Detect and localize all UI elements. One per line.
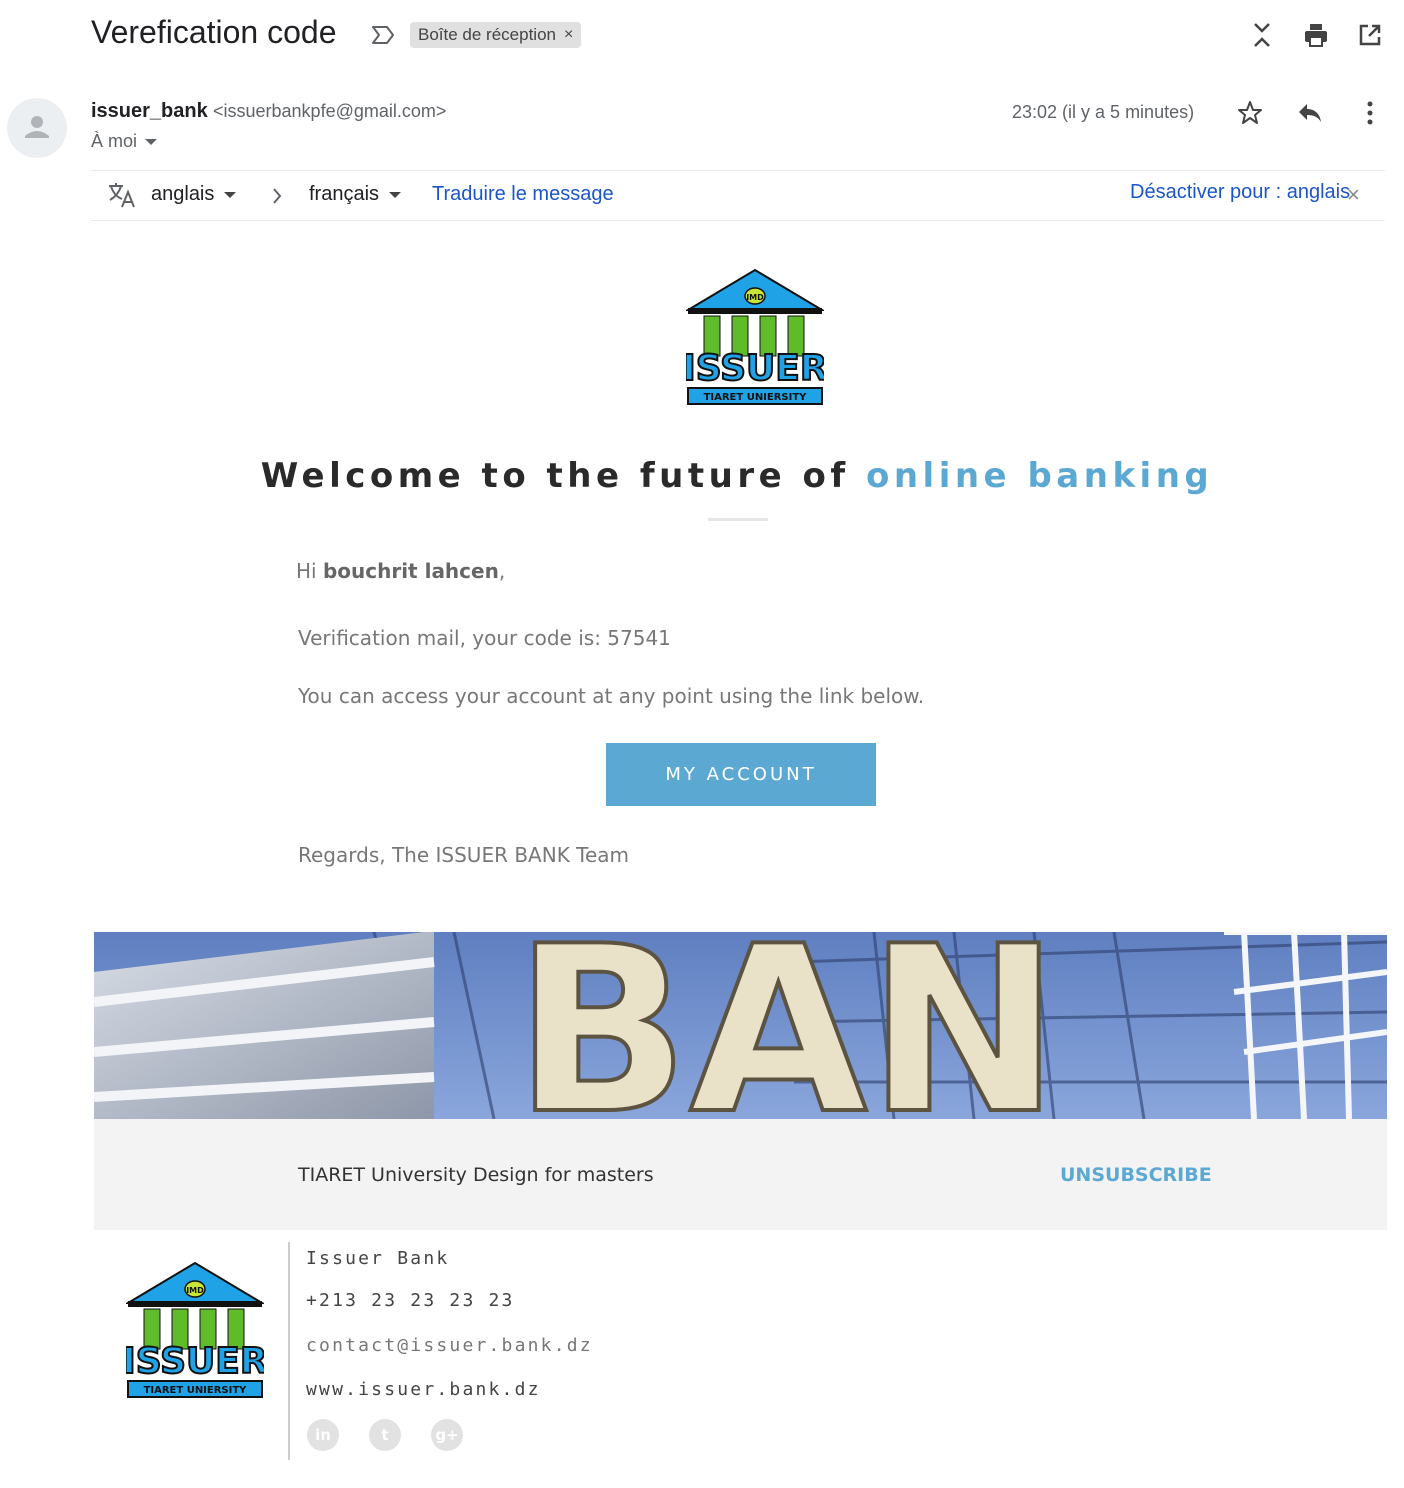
translate-message-link[interactable]: Traduire le message [432, 183, 614, 206]
recipient-label: À moi [91, 131, 138, 151]
caret-down-icon [224, 191, 237, 198]
email-subject: Verefication code [91, 14, 337, 50]
footer-text: TIARET University Design for masters [298, 1164, 654, 1186]
logo-badge-text: IMD [746, 293, 764, 302]
star-icon[interactable] [1235, 98, 1265, 128]
caret-down-icon [389, 191, 402, 198]
inbox-label-text: Boîte de réception [418, 25, 556, 44]
greeting: Hi bouchrit lahcen, [296, 559, 505, 583]
avatar [7, 98, 67, 158]
print-icon[interactable] [1301, 20, 1331, 50]
reply-icon[interactable] [1295, 98, 1325, 128]
googleplus-icon[interactable]: g+ [431, 1419, 463, 1451]
issuer-bank-logo: IMD ISSUER TIARET UNIERSITY [686, 268, 824, 405]
welcome-prefix: Welcome to the future of [260, 456, 866, 496]
target-language-label: français [309, 183, 380, 205]
timestamp: 23:02 (il y a 5 minutes) [1012, 102, 1195, 122]
label-important-icon[interactable] [370, 22, 396, 48]
unsubscribe-link[interactable]: UNSUBSCRIBE [1060, 1164, 1212, 1186]
expand-collapse-icon[interactable] [1247, 20, 1277, 50]
signature-name: Issuer Bank [306, 1248, 450, 1269]
recipient-dropdown[interactable]: À moi [91, 131, 158, 152]
my-account-button[interactable]: MY ACCOUNT [606, 743, 876, 806]
signature-logo: IMD ISSUER TIARET UNIERSITY [126, 1261, 264, 1398]
translate-icon [109, 183, 135, 208]
signature-website-link[interactable]: www.issuer.bank.dz [306, 1379, 541, 1400]
signature-divider [288, 1242, 290, 1460]
translate-bar: anglais français Traduire le message Dés… [91, 170, 1385, 221]
logo-text: ISSUER [686, 348, 824, 389]
logo-badge-text: IMD [186, 1286, 204, 1295]
remove-label-button[interactable]: × [564, 26, 573, 44]
disable-translation-link[interactable]: Désactiver pour : anglais [1130, 181, 1350, 204]
banner-letters: BAN [514, 932, 1060, 1119]
regards-text: Regards, The ISSUER BANK Team [298, 843, 630, 867]
twitter-icon[interactable]: t [369, 1419, 401, 1451]
source-language-label: anglais [151, 183, 215, 205]
chevron-right-icon [273, 188, 282, 204]
linkedin-icon[interactable]: in [307, 1419, 339, 1451]
sender-name: issuer_bank [91, 100, 208, 122]
greeting-prefix: Hi [296, 559, 323, 583]
verification-code-text: Verification mail, your code is: 57541 [298, 626, 671, 650]
person-icon [25, 116, 49, 138]
logo-text: ISSUER [126, 1341, 264, 1382]
open-in-new-icon[interactable] [1355, 20, 1385, 50]
welcome-heading: Welcome to the future of online banking [0, 456, 1404, 496]
signature-email-link[interactable]: contact@issuer.bank.dz [306, 1335, 593, 1356]
recipient-name: bouchrit lahcen [322, 559, 499, 583]
logo-subtext: TIARET UNIERSITY [144, 1385, 248, 1396]
signature-phone: +213 23 23 23 23 [306, 1290, 515, 1311]
welcome-accent: online banking [865, 456, 1214, 496]
greeting-suffix: , [498, 559, 506, 583]
sender-email: <issuerbankpfe@gmail.com> [213, 101, 447, 121]
close-translate-button[interactable]: × [1347, 182, 1360, 208]
source-language-dropdown[interactable]: anglais [151, 183, 237, 206]
inbox-label-chip: Boîte de réception × [410, 22, 582, 48]
caret-down-icon [145, 138, 158, 145]
heading-divider [708, 518, 768, 521]
access-info-text: You can access your account at any point… [298, 684, 925, 708]
more-vert-icon[interactable] [1355, 98, 1385, 128]
logo-subtext: TIARET UNIERSITY [704, 392, 808, 403]
bank-building-banner: BAN [94, 932, 1387, 1119]
target-language-dropdown[interactable]: français [309, 183, 402, 206]
